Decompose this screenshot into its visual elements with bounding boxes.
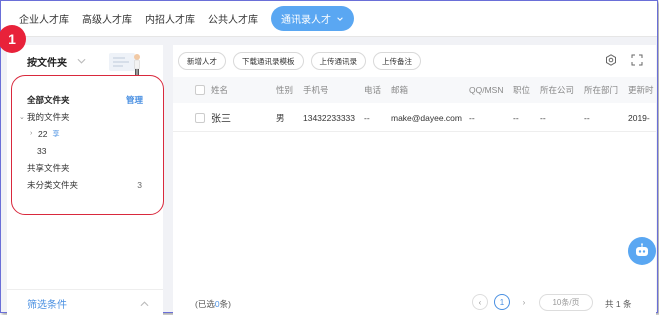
column-header-mobile[interactable]: 手机号 [303,77,329,103]
next-page-button[interactable]: › [516,294,532,310]
column-header-phone[interactable]: 电话 [364,77,381,103]
cell-email: make@dayee.com [391,112,462,123]
table-footer: (已选0条) ‹ 1 › 10条/页 共 1 条 [173,289,656,315]
talent-pool-tabs: 企业人才库 高级人才库 内招人才库 公共人才库 通讯录人才 [1,1,657,37]
total-count-text: 共 1 条 [605,299,632,309]
caret-down-icon[interactable]: ⌄ [19,113,27,121]
prev-page-button[interactable]: ‹ [472,294,488,310]
person-board-illustration-icon [109,53,140,76]
column-header-qq-msn[interactable]: QQ/MSN [469,77,503,103]
manage-folders-link[interactable]: 管理 [126,94,143,106]
upload-contacts-button[interactable]: 上传通讯录 [310,52,366,70]
tree-item-label: 22 [38,128,48,139]
tree-item-my-folders[interactable]: ⌄ 我的文件夹 [7,108,163,125]
cell-qq-msn: -- [469,112,475,123]
cell-updated: 2019- [628,112,650,123]
tab-internal-talent[interactable]: 内招人才库 [145,11,195,26]
contacts-table: 姓名 性别 手机号 电话 邮箱 QQ/MSN 职位 所在公司 所在部门 更新时 … [173,77,656,132]
chevron-down-icon [337,16,343,21]
contacts-table-panel: 新增人才 下载通讯录模板 上传通讯录 上传备注 姓名 性别 手机号 电话 邮箱 … [173,45,656,315]
column-header-company[interactable]: 所在公司 [540,77,574,103]
selected-prefix: (已选 [195,299,215,309]
column-header-email[interactable]: 邮箱 [391,77,408,103]
caret-right-icon[interactable]: › [30,130,38,137]
shared-badge: 享 [52,130,60,138]
tab-public-talent[interactable]: 公共人才库 [208,11,258,26]
cell-position: -- [513,112,519,123]
filter-label: 筛选条件 [27,299,67,311]
tree-item-shared-folders[interactable]: 共享文件夹 [7,159,163,176]
row-checkbox[interactable] [195,112,205,123]
download-template-button[interactable]: 下载通讯录模板 [233,52,304,70]
cell-phone: -- [364,112,370,123]
fullscreen-icon[interactable] [631,54,643,66]
cell-department: -- [584,112,590,123]
tree-item-folder-22[interactable]: › 22 享 [7,125,163,142]
tab-contacts-talent-label: 通讯录人才 [281,15,331,26]
cell-company: -- [540,112,546,123]
robot-icon [636,243,648,256]
tree-item-uncategorized[interactable]: 未分类文件夹 3 [7,176,163,193]
tree-item-folder-33[interactable]: 33 [7,142,163,159]
column-header-updated[interactable]: 更新时 [628,77,654,103]
page-size-select[interactable]: 10条/页 [539,294,593,311]
tree-item-label: 未分类文件夹 [27,179,79,190]
folder-dropdown-label: 按文件夹 [27,58,67,69]
column-header-name[interactable]: 姓名 [211,77,228,103]
chevron-down-icon[interactable] [77,58,86,64]
tree-item-label: 我的文件夹 [27,111,70,122]
select-all-checkbox[interactable] [195,85,205,95]
column-header-position[interactable]: 职位 [513,77,530,103]
tree-item-label: 共享文件夹 [27,162,70,173]
assistant-robot-button[interactable] [628,237,656,265]
selected-count-text: (已选0条) [195,298,231,310]
folder-count: 3 [137,179,142,190]
column-header-gender[interactable]: 性别 [276,77,293,103]
chevron-up-icon [140,301,149,307]
tree-item-label: 全部文件夹 [27,94,70,105]
current-page-button[interactable]: 1 [494,294,510,310]
tree-item-label: 33 [37,145,47,156]
app-window: 企业人才库 高级人才库 内招人才库 公共人才库 通讯录人才 按文件夹 全部文件夹… [0,0,658,315]
upload-notes-button[interactable]: 上传备注 [373,52,421,70]
cell-mobile: 13432233333 [303,112,356,123]
folder-panel-header[interactable]: 按文件夹 [7,45,163,78]
folder-tree: 全部文件夹 管理 ⌄ 我的文件夹 › 22 享 33 共享文件夹 未分类文件夹 … [7,91,163,193]
add-talent-button[interactable]: 新增人才 [178,52,226,70]
column-header-department[interactable]: 所在部门 [584,77,618,103]
toolbar: 新增人才 下载通讯录模板 上传通讯录 上传备注 [173,45,656,77]
tab-senior-talent[interactable]: 高级人才库 [82,11,132,26]
tab-enterprise-talent[interactable]: 企业人才库 [19,11,69,26]
table-row[interactable]: 张三 男 13432233333 -- make@dayee.com -- --… [173,103,656,132]
cell-name[interactable]: 张三 [211,103,231,132]
tab-contacts-talent[interactable]: 通讯录人才 [271,6,354,31]
cell-gender: 男 [276,112,285,123]
filter-conditions-toggle[interactable]: 筛选条件 [7,289,163,315]
table-header-row: 姓名 性别 手机号 电话 邮箱 QQ/MSN 职位 所在公司 所在部门 更新时 [173,77,656,103]
tree-item-all-folders[interactable]: 全部文件夹 管理 [7,91,163,108]
selected-suffix: 条) [219,299,231,309]
folder-panel: 按文件夹 全部文件夹 管理 ⌄ 我的文件夹 › 22 享 33 共享文件夹 未分… [7,45,163,315]
settings-icon[interactable] [605,54,617,66]
